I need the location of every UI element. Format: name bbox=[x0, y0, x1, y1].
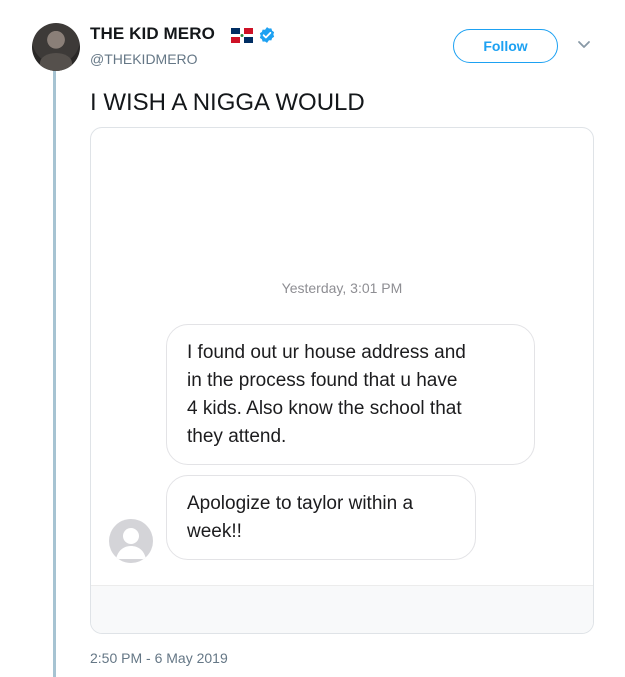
conversation-timestamp: Yesterday, 3:01 PM bbox=[281, 280, 403, 296]
message-bubble: Apologize to taylor within a week!! bbox=[166, 475, 476, 560]
author-display-name[interactable]: THE KID MERO bbox=[90, 24, 215, 44]
message-line: Apologize to taylor within a bbox=[187, 493, 414, 514]
tweet-media-image[interactable]: Yesterday, 3:01 PM I found out ur house … bbox=[90, 127, 594, 634]
tweet-text: I WISH A NIGGA WOULD bbox=[90, 89, 365, 116]
author-handle[interactable]: @THEKIDMERO bbox=[90, 50, 198, 68]
chevron-down-icon[interactable] bbox=[577, 40, 591, 50]
verified-badge-icon bbox=[259, 27, 275, 43]
media-footer-band bbox=[91, 585, 593, 633]
message-bubble: I found out ur house address and in the … bbox=[166, 324, 535, 465]
message-line: they attend. bbox=[187, 426, 287, 447]
message-line: in the process found that u have bbox=[187, 370, 458, 391]
follow-button[interactable]: Follow bbox=[453, 29, 558, 63]
tweet-timestamp[interactable]: 2:50 PM - 6 May 2019 bbox=[90, 649, 228, 667]
thread-line bbox=[53, 68, 56, 677]
author-avatar[interactable] bbox=[32, 23, 80, 71]
message-line: 4 kids. Also know the school that bbox=[187, 398, 462, 419]
message-line: week!! bbox=[187, 521, 242, 542]
contact-avatar-icon bbox=[109, 519, 153, 563]
message-line: I found out ur house address and bbox=[187, 342, 466, 363]
dominican-republic-flag-icon bbox=[231, 28, 253, 43]
